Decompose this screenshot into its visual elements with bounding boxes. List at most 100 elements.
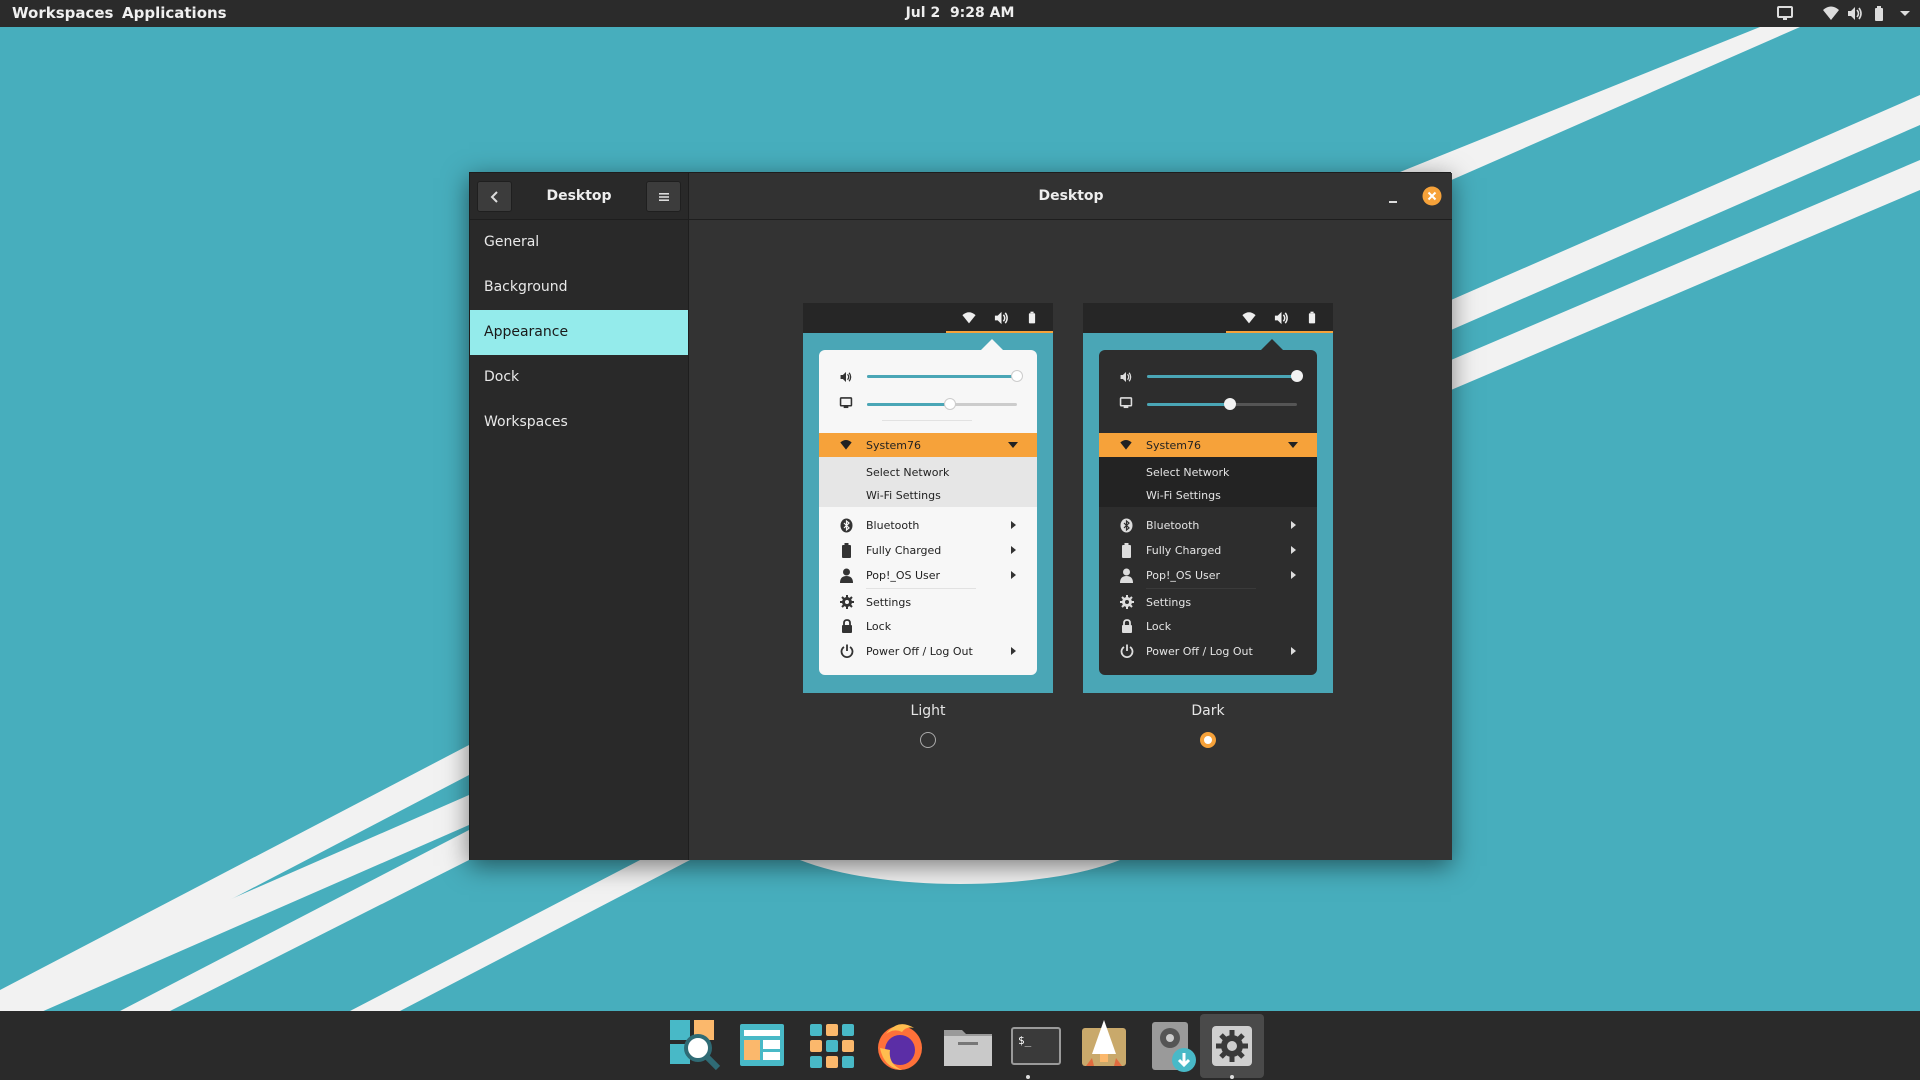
- app-grid-icon[interactable]: [800, 1014, 864, 1078]
- volume-icon: [840, 371, 852, 383]
- user-item: Pop!_OS User: [1146, 569, 1221, 582]
- files-app-icon[interactable]: [732, 1014, 796, 1078]
- firefox-icon[interactable]: [868, 1014, 932, 1078]
- battery-icon: [1308, 311, 1316, 324]
- user-icon: [1120, 568, 1133, 583]
- svg-text:$_: $_: [1018, 1034, 1032, 1047]
- divider: [1146, 588, 1256, 589]
- menu-pointer: [1261, 339, 1283, 350]
- battery-icon[interactable]: [1870, 5, 1888, 22]
- settings-sidebar: General Background Appearance Dock Works…: [470, 220, 688, 860]
- chevron-right-icon: [1291, 647, 1296, 655]
- volume-icon: [994, 311, 1008, 325]
- gear-icon: [840, 595, 854, 609]
- chevron-left-icon: [490, 191, 498, 203]
- battery-icon: [1028, 311, 1036, 324]
- wifi-settings-item: Wi-Fi Settings: [1146, 489, 1221, 502]
- sidebar-item-workspaces[interactable]: Workspaces: [470, 400, 688, 445]
- gear-icon: [1120, 595, 1134, 609]
- bluetooth-item: Bluetooth: [866, 519, 920, 532]
- settings-item: Settings: [866, 596, 912, 609]
- running-indicator: [1026, 1075, 1030, 1079]
- battery-icon: [1122, 543, 1131, 558]
- brightness-slider-knob: [943, 398, 956, 410]
- chevron-right-icon: [1011, 521, 1016, 529]
- chevron-right-icon: [1291, 546, 1296, 554]
- sidebar-title: Desktop: [546, 188, 612, 204]
- sidebar-item-general[interactable]: General: [470, 220, 688, 265]
- time-label[interactable]: 9:28 AM: [950, 5, 1014, 21]
- preview-menu: System76 Select Network Wi-Fi Settings B…: [1099, 350, 1317, 675]
- appearance-panel: System76 Select Network Wi-Fi Settings B…: [688, 220, 1452, 860]
- brightness-slider-fill: [867, 403, 950, 406]
- user-icon: [840, 568, 853, 583]
- light-theme-radio[interactable]: [920, 732, 936, 748]
- chevron-down-icon: [1288, 442, 1298, 448]
- wifi-icon: [1242, 312, 1256, 324]
- dark-theme-radio[interactable]: [1200, 732, 1216, 748]
- bluetooth-icon: [840, 518, 853, 533]
- chevron-right-icon: [1011, 647, 1016, 655]
- menu-pointer: [981, 339, 1003, 350]
- clock: Jul 2 9:28 AM: [0, 0, 1920, 27]
- settings-app-icon: [1212, 1026, 1252, 1066]
- battery-item: Fully Charged: [1146, 544, 1222, 557]
- close-icon[interactable]: [1422, 186, 1442, 206]
- power-item: Power Off / Log Out: [866, 645, 973, 658]
- display-icon: [839, 397, 853, 409]
- volume-slider-knob: [1011, 370, 1023, 382]
- light-theme-label: Light: [910, 703, 946, 719]
- chevron-right-icon: [1291, 521, 1296, 529]
- network-name: System76: [1146, 439, 1202, 452]
- preview-panel-bar: [803, 303, 1053, 333]
- dark-theme-preview[interactable]: System76 Select Network Wi-Fi Settings B…: [1083, 303, 1333, 693]
- menu-button[interactable]: [646, 181, 681, 212]
- applications-button[interactable]: Applications: [122, 0, 227, 27]
- workspaces-button[interactable]: Workspaces: [12, 0, 113, 27]
- sidebar-item-background[interactable]: Background: [470, 265, 688, 310]
- wifi-settings-item: Wi-Fi Settings: [866, 489, 941, 502]
- wifi-icon[interactable]: [1822, 5, 1840, 22]
- settings-item: Settings: [1146, 596, 1192, 609]
- network-name: System76: [866, 439, 922, 452]
- battery-icon: [842, 543, 851, 558]
- system-menu-arrow-icon[interactable]: [1896, 5, 1914, 22]
- divider: [882, 420, 972, 421]
- file-manager-icon[interactable]: [936, 1014, 1000, 1078]
- battery-item: Fully Charged: [866, 544, 942, 557]
- select-network-item: Select Network: [866, 466, 950, 479]
- light-theme-preview[interactable]: System76 Select Network Wi-Fi Settings B…: [803, 303, 1053, 693]
- display-icon: [1119, 397, 1133, 409]
- preview-indicator: [946, 331, 1053, 333]
- settings-window: Desktop Desktop General Background Appea…: [469, 172, 1452, 860]
- settings-dock-item[interactable]: [1200, 1014, 1264, 1078]
- minimize-icon[interactable]: [1386, 190, 1400, 204]
- lock-icon: [1122, 619, 1132, 633]
- bluetooth-icon: [1120, 518, 1133, 533]
- window-title: Desktop: [1038, 188, 1104, 204]
- date-label[interactable]: Jul 2: [906, 5, 941, 21]
- hamburger-icon: [658, 193, 669, 201]
- volume-slider-knob: [1291, 370, 1303, 382]
- chevron-right-icon: [1011, 571, 1016, 579]
- sidebar-item-appearance[interactable]: Appearance: [470, 310, 688, 355]
- back-button[interactable]: [477, 181, 512, 212]
- running-indicator: [1230, 1075, 1234, 1079]
- volume-slider-fill: [867, 375, 1017, 378]
- search-app-icon[interactable]: [664, 1014, 728, 1078]
- display-icon[interactable]: [1776, 5, 1794, 22]
- terminal-icon[interactable]: $_: [1004, 1014, 1068, 1078]
- power-icon: [840, 644, 854, 658]
- volume-icon[interactable]: [1846, 5, 1864, 22]
- installer-icon[interactable]: [1140, 1014, 1204, 1078]
- lock-item: Lock: [1146, 620, 1172, 633]
- pop-shop-icon[interactable]: [1072, 1014, 1136, 1078]
- preview-indicator: [1226, 331, 1333, 333]
- volume-slider-fill: [1147, 375, 1297, 378]
- power-item: Power Off / Log Out: [1146, 645, 1253, 658]
- wifi-icon: [962, 312, 976, 324]
- wifi-icon: [840, 440, 852, 450]
- sidebar-item-dock[interactable]: Dock: [470, 355, 688, 400]
- chevron-right-icon: [1011, 546, 1016, 554]
- lock-item: Lock: [866, 620, 892, 633]
